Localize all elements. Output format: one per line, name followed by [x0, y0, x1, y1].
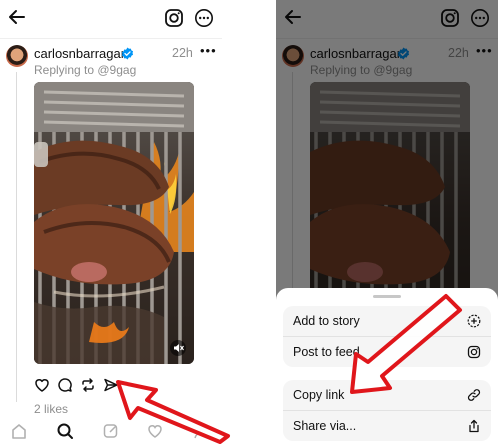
heart-icon[interactable]	[34, 377, 50, 393]
search-icon[interactable]	[56, 422, 74, 440]
share-group-primary: Add to story Post to feed	[283, 306, 491, 367]
grilled-steak-image	[34, 82, 194, 364]
post-time: 22h	[172, 46, 193, 60]
share-group-secondary: Copy link Share via...	[283, 380, 491, 441]
left-screen: carlosnbarragan 22h ••• Replying to @9ga…	[0, 0, 222, 444]
activity-icon[interactable]	[146, 422, 164, 440]
comment-icon[interactable]	[57, 377, 73, 393]
post-actions	[34, 377, 134, 395]
bottom-nav	[0, 420, 222, 444]
more-icon[interactable]	[194, 8, 214, 28]
username[interactable]: carlosnbarragan	[34, 46, 128, 61]
mute-icon[interactable]	[170, 340, 186, 356]
verified-badge-icon	[121, 47, 134, 60]
instagram-icon[interactable]	[164, 8, 184, 28]
share-via-item[interactable]: Share via...	[283, 411, 491, 441]
add-to-story-item[interactable]: Add to story	[283, 306, 491, 336]
header-divider	[0, 38, 222, 39]
post-photo[interactable]	[34, 82, 194, 364]
menu-item-label: Post to feed	[293, 345, 360, 359]
menu-item-label: Copy link	[293, 388, 345, 402]
add-story-icon	[467, 314, 481, 328]
avatar[interactable]	[6, 45, 28, 67]
likes-count[interactable]: 2 likes	[34, 402, 68, 416]
repost-icon[interactable]	[80, 377, 96, 393]
menu-item-label: Share via...	[293, 419, 357, 433]
back-arrow-icon[interactable]	[6, 6, 28, 28]
compose-icon[interactable]	[102, 422, 120, 440]
share-sheet: Add to story Post to feed Copy link Shar…	[276, 288, 498, 444]
reply-to-text[interactable]: Replying to @9gag	[34, 63, 136, 77]
link-icon	[467, 389, 481, 401]
profile-icon[interactable]	[192, 422, 210, 440]
instagram-icon	[467, 345, 481, 359]
share-icon	[469, 419, 479, 433]
post-to-feed-item[interactable]: Post to feed	[283, 337, 491, 367]
post-more-icon[interactable]: •••	[200, 43, 217, 58]
menu-item-label: Add to story	[293, 314, 360, 328]
thread-line	[16, 72, 17, 402]
sheet-handle[interactable]	[373, 295, 401, 298]
home-icon[interactable]	[10, 422, 28, 440]
top-bar	[0, 0, 222, 38]
right-screen: carlosnbarragan 22h ••• Replying to @9ga…	[276, 0, 498, 444]
copy-link-item[interactable]: Copy link	[283, 380, 491, 410]
send-icon[interactable]	[103, 377, 119, 393]
